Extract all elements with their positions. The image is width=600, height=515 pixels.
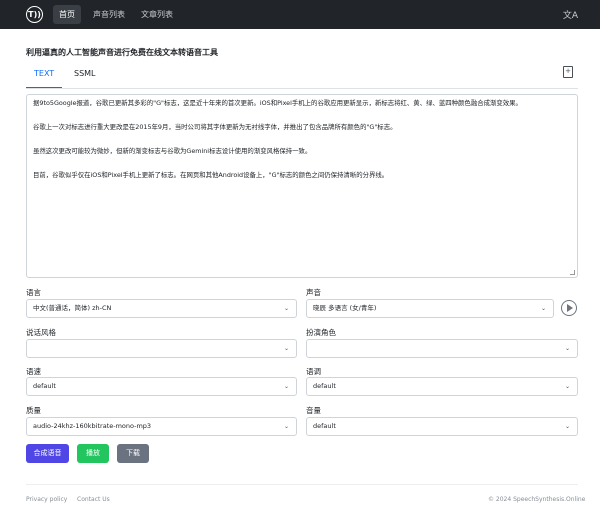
preview-play-button[interactable] [561,300,577,316]
copyright-text: © 2024 SpeechSynthesis.Online [488,496,586,503]
page-title: 利用逼真的人工智能声音进行免费在线文本转语音工具 [26,48,218,57]
synthesize-button[interactable]: 合成语音 [26,444,69,463]
tab-text[interactable]: TEXT [26,64,62,88]
volume-label: 音量 [306,406,321,415]
nav-item-voices[interactable]: 声音列表 [87,5,131,24]
chevron-down-icon: ⌄ [564,345,570,352]
text-paragraph: 虽然这次更改可能较为微妙，但新的渐变标志与谷歌为Gemini标志设计使用的渐变风… [33,147,312,155]
style-select[interactable]: ⌄ [26,339,297,358]
footer-divider [26,484,578,485]
privacy-link[interactable]: Privacy policy [26,496,67,503]
file-upload-icon[interactable]: + [563,66,573,78]
quality-value: audio-24khz-160kbitrate-mono-mp3 [33,422,152,430]
tab-ssml[interactable]: SSML [66,64,104,88]
tab-divider [26,88,578,89]
contact-link[interactable]: Contact Us [77,496,110,503]
pitch-label: 语调 [306,367,321,376]
voice-label: 声音 [306,288,321,297]
style-label: 说话风格 [26,328,56,337]
role-select[interactable]: ⌄ [306,339,578,358]
text-paragraph: 据9to5Google报道，谷歌已更新其多彩的"G"标志，这是近十年来的首次更新… [33,99,522,107]
volume-value: default [313,422,336,430]
download-button[interactable]: 下载 [117,444,149,463]
voice-select[interactable]: 晓辰 多语言 (女/青年) ⌄ [306,299,554,318]
nav-item-articles[interactable]: 文章列表 [135,5,179,24]
play-button[interactable]: 播放 [77,444,109,463]
voice-value: 晓辰 多语言 (女/青年) [313,304,377,312]
role-label: 扮演角色 [306,328,336,337]
rate-label: 语速 [26,367,41,376]
chevron-down-icon: ⌄ [283,423,289,430]
quality-label: 质量 [26,406,41,415]
nav-item-home[interactable]: 首页 [53,5,81,24]
chevron-down-icon: ⌄ [283,383,289,390]
resize-handle[interactable] [570,270,575,275]
chevron-down-icon: ⌄ [564,423,570,430]
language-value: 中文(普通话，简体) zh-CN [33,304,112,312]
logo-icon[interactable]: T)) [26,6,43,23]
text-paragraph: 谷歌上一次对标志进行重大更改是在2015年9月，当时公司将其字体更新为无衬线字体… [33,123,397,131]
pitch-value: default [313,382,336,390]
rate-value: default [33,382,56,390]
quality-select[interactable]: audio-24khz-160kbitrate-mono-mp3 ⌄ [26,417,297,436]
volume-select[interactable]: default ⌄ [306,417,578,436]
text-paragraph: 目前，谷歌似乎仅在iOS和Pixel手机上更新了标志。在网页和其他Android… [33,171,389,179]
chevron-down-icon: ⌄ [564,383,570,390]
play-icon [567,304,573,312]
language-select[interactable]: 中文(普通话，简体) zh-CN ⌄ [26,299,297,318]
chevron-down-icon: ⌄ [283,305,289,312]
top-navbar: T)) 首页 声音列表 文章列表 文A [0,0,600,29]
pitch-select[interactable]: default ⌄ [306,377,578,396]
language-label: 语言 [26,288,41,297]
rate-select[interactable]: default ⌄ [26,377,297,396]
translate-icon[interactable]: 文A [563,8,578,21]
text-input-area[interactable]: 据9to5Google报道，谷歌已更新其多彩的"G"标志，这是近十年来的首次更新… [26,94,578,278]
chevron-down-icon: ⌄ [540,305,546,312]
chevron-down-icon: ⌄ [283,345,289,352]
